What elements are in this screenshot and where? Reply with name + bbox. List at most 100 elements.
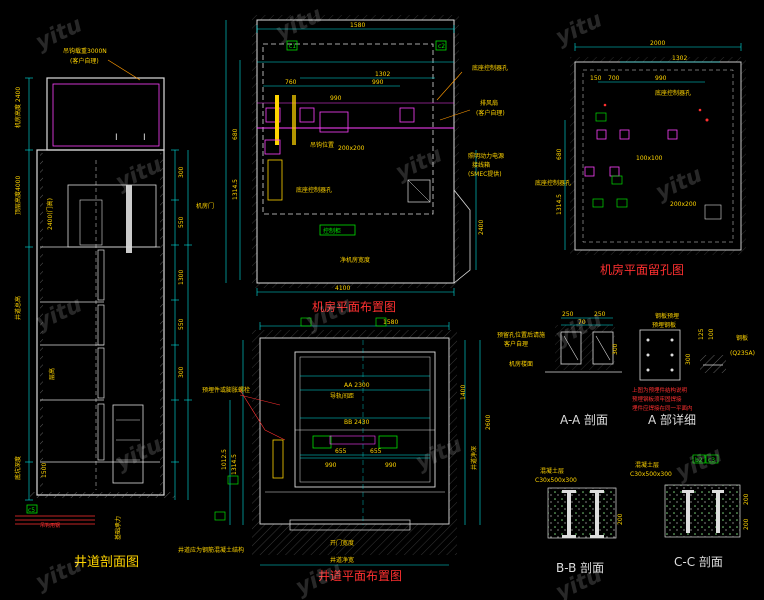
legend-tag: c5 [28,507,35,514]
sp-dim-990-a: 990 [325,462,337,469]
legend-text: 吊钩用钢 [40,522,60,529]
dim-right-2: 1300 [178,270,185,285]
dim-right-3: 550 [178,318,185,330]
detail-a-title: A 部详细 [648,412,696,427]
shaft-section-title: 井道剖面图 [74,555,139,570]
door-height-label: 2400(门高) [46,198,54,230]
cc-label5: 200 [743,493,750,505]
mr-label-vent-note: (客户自理) [476,109,505,117]
sp-dim-top: 1580 [383,319,398,326]
landing-doors [97,249,105,461]
hp-dim-100x100: 100x100 [636,155,663,162]
counterweight [126,185,132,253]
mr-dim-760: 760 [285,79,297,86]
detail-dim-300: 300 [685,353,692,365]
machine-room-holes: 2000 1302 990 700 150 680 1314.5 底座控制器孔 … [535,40,746,277]
hp-dim-1314: 1314.5 [556,194,563,215]
machine-room-height-label: 机房高度 2400 [14,87,22,128]
watermark: yitu [552,7,606,50]
aa-dim-3: 300 [612,343,619,355]
shaft-dims [25,77,192,501]
bb-label1: 混凝土层 [540,467,564,475]
detail-a: 钢板预埋 预埋钢板 钢板 (Q235A) 300 100 125 上图为预埋件结… [632,312,755,427]
watermark: yitu [302,292,356,335]
hp-dim-990: 990 [655,75,667,82]
sp-dim-inner-a: AA 2300 [344,382,370,389]
detail-dim-125: 125 [698,328,705,340]
watermark: yitu [32,552,86,595]
mr-label-control-hole: 底座控制器孔 [472,64,508,72]
section-marker-left: I [115,133,118,143]
drawing-canvas: 机房高度 2400 顶层高度4000 井道总高 底坑深度 2400(门高) 层高… [14,2,755,600]
mr-label-door: 机房门 [196,202,214,210]
mr-dim-2400: 2400 [478,220,485,235]
watermark: yitu [292,557,346,600]
sp-dim-inner-b: BB 2430 [344,419,370,426]
mr-dim-bottom: 4100 [335,285,350,292]
hp-dim-700: 700 [608,75,620,82]
floor-height-label: 层高 [48,368,56,380]
detail-note3: 埋件应焊接在同一平面内 [632,404,693,412]
detail-q235: (Q235A) [730,350,755,357]
detail-note2: 预埋钢板须牢固焊接 [632,395,682,403]
detail-steel: 钢板 [736,334,748,342]
car-door [79,199,103,246]
mr-label-control2: 底座控制器孔 [296,186,332,194]
detail-note1: 上图为预埋件结构说明 [632,386,688,394]
hp-dim-200x200: 200x200 [670,201,697,208]
mr-grid-c2: c2 [438,43,445,50]
aa-note1: 预留孔位置后请施 [497,331,545,339]
section-aa-title: A-A 剖面 [560,413,608,427]
mr-dim-680: 680 [232,128,239,140]
cad-drawing: 机房高度 2400 顶层高度4000 井道总高 底坑深度 2400(门高) 层高… [0,0,764,600]
mr-dim-1302: 1302 [375,71,390,78]
pit-label: 底坑深度 [14,456,22,480]
top-clearance-label: 顶层高度4000 [14,176,22,215]
aa-dim-0: 250 [562,311,574,318]
floor-dim: 1500 [41,463,48,478]
client-supplied-label: (客户自理) [70,57,99,65]
floor-levels [40,246,160,463]
control-cabinet-label: 控制柜 [323,227,341,235]
dim-right-1: 550 [178,216,185,228]
sp-dim-2600: 2600 [485,415,492,430]
pit-floor [30,492,175,498]
cc-label2: C30x500x300 [630,471,672,478]
machine-room-outline [46,77,165,151]
sp-dim-655-a: 655 [335,448,347,455]
aa-note2: 客户自理 [504,340,528,348]
dim-right-4: 300 [178,366,185,378]
watermark: yitu [112,432,166,475]
aa-floor: 机房楼面 [509,360,533,368]
sp-label-track: 导轨间距 [330,392,354,400]
mr-dim-990: 990 [372,79,384,86]
mr-grid-c1: c1 [289,43,296,50]
bottom-text: 基础承力 [114,516,122,540]
sp-label-anchor: 预埋件或膨胀螺栓 [202,386,250,394]
mr-label-vent: 排风扇 [480,99,498,107]
mr-dim-1314: 1314.5 [232,179,239,200]
total-height-label: 井道总高 [14,296,22,320]
mr-label-power3: (SMEC提供) [468,170,502,178]
mr-dim-990b: 990 [330,95,342,102]
hp-dim-680: 680 [556,148,563,160]
section-marker-right: I [143,133,146,143]
sp-label-shaft-depth: 井道净深 [470,446,478,470]
section-bb: 混凝土层 C30x500x300 200 B-B 剖面 [535,467,624,575]
hp-label-control-hole2: 底座控制器孔 [535,179,571,187]
hp-dim-top: 2000 [650,40,665,47]
bb-label3: 200 [617,513,624,525]
section-cc-title: C-C 剖面 [674,555,723,569]
machine-room-layout: 控制柜 1580 1302 990 760 990 680 1314.5 410… [196,15,508,314]
car-body [67,184,157,248]
watermark: yitu [112,152,166,195]
cc-label1: 混凝土层 [635,461,659,469]
detail-plate: 钢板预埋 [655,312,679,320]
mr-label-power: 照明动力电源 [468,152,504,160]
watermark: yitu [672,442,726,485]
detail-dim-100: 100 [708,328,715,340]
detail-embed: 预埋钢板 [652,321,676,329]
hp-dim-1302: 1302 [672,55,687,62]
sp-dim-1400: 1400 [460,385,467,400]
cc-label6: 200 [743,518,750,530]
